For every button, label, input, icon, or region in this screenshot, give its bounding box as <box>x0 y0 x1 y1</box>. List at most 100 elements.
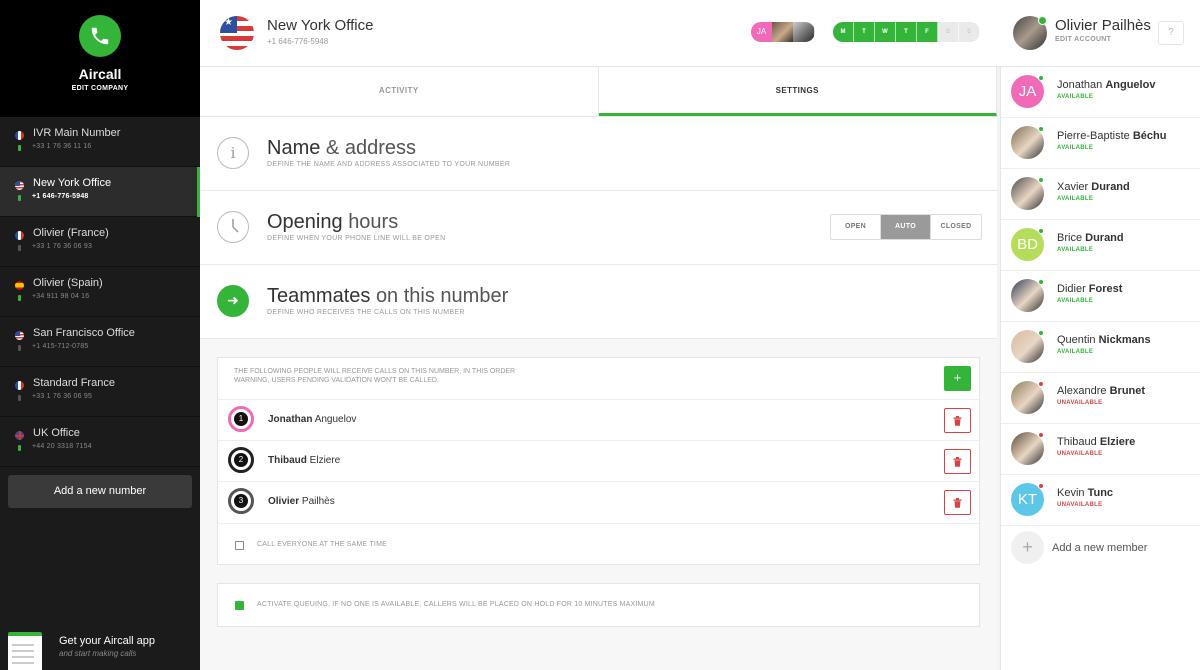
number-phone: +34 911 98 04 16 <box>32 293 90 300</box>
app-promo[interactable]: Get your Aircall app and start making ca… <box>0 632 200 670</box>
add-number-button[interactable]: Add a new number <box>8 475 192 508</box>
assigned-avatars[interactable]: JA <box>751 22 815 42</box>
day-toggle[interactable]: S <box>959 22 980 42</box>
top-header: New York Office +1 646-776-5948 JA MTWTF… <box>200 0 1200 67</box>
call-all-row: CALL EVERYONE AT THE SAME TIME <box>218 523 979 565</box>
edit-account-link[interactable]: EDIT ACCOUNT <box>1055 36 1111 43</box>
queue-checkbox[interactable] <box>235 601 244 610</box>
status-indicator <box>1038 432 1044 438</box>
day-toggle[interactable]: T <box>854 22 875 42</box>
remove-teammate-button[interactable] <box>944 449 971 474</box>
status-indicator <box>1038 177 1044 183</box>
section-title: Teammates on this number <box>267 285 509 307</box>
avatar: JA <box>1011 75 1044 108</box>
number-item[interactable]: IVR Main Number +33 1 76 36 11 16 <box>0 117 200 167</box>
section-name-address[interactable]: i Name & address DEFINE THE NAME AND ADD… <box>200 117 997 191</box>
status-indicator <box>1038 75 1044 81</box>
es-flag-icon <box>15 281 24 290</box>
number-title: New York Office <box>267 17 374 34</box>
number-name: UK Office <box>33 427 80 439</box>
brand-header[interactable]: Aircall EDIT COMPANY <box>0 0 200 117</box>
number-name: Olivier (Spain) <box>33 277 103 289</box>
avatar: BD <box>1011 228 1044 261</box>
team-warning-line: WARNING, USERS PENDING VALIDATION WON'T … <box>234 377 439 384</box>
day-toggle[interactable]: S <box>938 22 959 42</box>
teammate-status: AVAILABLE <box>1057 349 1094 355</box>
day-toggle[interactable]: F <box>917 22 938 42</box>
remove-teammate-button[interactable] <box>944 408 971 433</box>
teammate-name: Olivier Pailhès <box>268 496 335 507</box>
number-item[interactable]: UK Office +44 20 3318 7154 <box>0 417 200 467</box>
teammate-name: Jonathan Anguelov <box>1057 79 1156 91</box>
fr-flag-icon <box>15 381 24 390</box>
tab-activity[interactable]: ACTIVITY <box>200 67 599 116</box>
rank-badge[interactable]: 1 <box>228 406 254 432</box>
help-button[interactable]: ? <box>1158 21 1184 45</box>
section-opening-hours: Opening hours DEFINE WHEN YOUR PHONE LIN… <box>200 191 997 265</box>
number-item[interactable]: San Francisco Office +1 415-712-0785 <box>0 317 200 367</box>
teammate-item[interactable]: BD Brice Durand AVAILABLE <box>1001 220 1200 271</box>
team-info: THE FOLLOWING PEOPLE WILL RECEIVE CALLS … <box>234 367 515 385</box>
teammate-item[interactable]: Thibaud Elziere UNAVAILABLE <box>1001 424 1200 475</box>
user-name[interactable]: Olivier Pailhès <box>1055 17 1151 34</box>
teammate-item[interactable]: Quentin Nickmans AVAILABLE <box>1001 322 1200 373</box>
teammate-status: AVAILABLE <box>1057 196 1094 202</box>
section-teammates: ➜ Teammates on this number DEFINE WHO RE… <box>200 265 997 339</box>
rank-badge[interactable]: 3 <box>228 488 254 514</box>
teammate-item[interactable]: JA Jonathan Anguelov AVAILABLE <box>1001 67 1200 118</box>
trash-icon <box>953 415 962 426</box>
rank-badge[interactable]: 2 <box>228 447 254 473</box>
add-member-button[interactable]: + Add a new member <box>1001 527 1200 569</box>
call-all-checkbox[interactable] <box>235 541 244 550</box>
edit-company-link[interactable]: EDIT COMPANY <box>0 85 200 92</box>
day-toggle[interactable]: M <box>833 22 854 42</box>
teammate-item[interactable]: Didier Forest AVAILABLE <box>1001 271 1200 322</box>
teammate-item[interactable]: Xavier Durand AVAILABLE <box>1001 169 1200 220</box>
teammate-name: Quentin Nickmans <box>1057 334 1151 346</box>
rank-number: 3 <box>234 494 248 508</box>
us-flag-icon <box>220 16 254 50</box>
remove-teammate-button[interactable] <box>944 490 971 515</box>
teammate-status: UNAVAILABLE <box>1057 451 1103 457</box>
section-description: DEFINE WHO RECEIVES THE CALLS ON THIS NU… <box>267 309 465 316</box>
section-description: DEFINE THE NAME AND ADDRESS ASSOCIATED T… <box>267 161 511 168</box>
day-toggle[interactable]: T <box>896 22 917 42</box>
status-indicator <box>18 345 21 351</box>
number-phone: +1 415-712-0785 <box>32 343 89 350</box>
number-item[interactable]: Olivier (Spain) +34 911 98 04 16 <box>0 267 200 317</box>
day-toggle[interactable]: W <box>875 22 896 42</box>
teammate-status: UNAVAILABLE <box>1057 400 1103 406</box>
avatar <box>1011 279 1044 312</box>
status-indicator <box>1038 330 1044 336</box>
add-teammate-button[interactable]: + <box>944 366 971 391</box>
status-indicator <box>18 295 21 301</box>
opening-days[interactable]: MTWTFSS <box>833 22 980 42</box>
hours-option-auto[interactable]: AUTO <box>881 215 931 239</box>
rank-number: 1 <box>234 412 248 426</box>
clock-icon <box>217 211 249 243</box>
hours-option-closed[interactable]: CLOSED <box>931 215 981 239</box>
hours-option-open[interactable]: OPEN <box>831 215 881 239</box>
number-name: San Francisco Office <box>33 327 135 339</box>
teammates-box: THE FOLLOWING PEOPLE WILL RECEIVE CALLS … <box>217 357 980 565</box>
teammate-status: AVAILABLE <box>1057 145 1094 151</box>
teammate-name: Thibaud Elziere <box>268 455 341 466</box>
number-phone: +33 1 76 36 11 16 <box>32 143 92 150</box>
number-item[interactable]: New York Office +1 646-776-5948 <box>0 167 200 217</box>
status-indicator <box>18 245 21 251</box>
number-item[interactable]: Standard France +33 1 76 36 06 95 <box>0 367 200 417</box>
teammate-item[interactable]: KT Kevin Tunc UNAVAILABLE <box>1001 475 1200 526</box>
number-name: New York Office <box>33 177 112 189</box>
teammate-status: UNAVAILABLE <box>1057 502 1103 508</box>
number-phone: +1 646-776-5948 <box>267 37 329 46</box>
teammate-name: Didier Forest <box>1057 283 1123 295</box>
number-item[interactable]: Olivier (France) +33 1 76 36 06 93 <box>0 217 200 267</box>
teammate-item[interactable]: Pierre-Baptiste Béchu AVAILABLE <box>1001 118 1200 169</box>
tab-settings[interactable]: SETTINGS <box>598 67 997 116</box>
user-avatar[interactable] <box>1013 16 1047 50</box>
number-phone: +33 1 76 36 06 93 <box>32 243 93 250</box>
teammate-item[interactable]: Alexandre Brunet UNAVAILABLE <box>1001 373 1200 424</box>
number-phone: +33 1 76 36 06 95 <box>32 393 93 400</box>
avatar: JA <box>751 22 772 42</box>
app-promo-title: Get your Aircall app <box>59 635 155 647</box>
